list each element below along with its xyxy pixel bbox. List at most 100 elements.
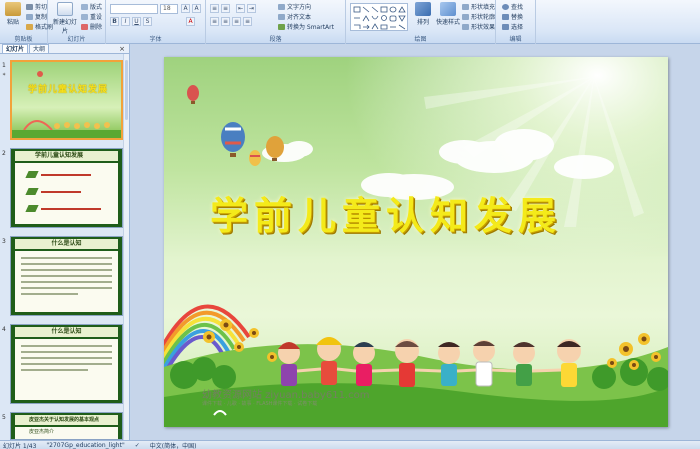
arrange-button[interactable]: 排列	[412, 2, 434, 32]
shrink-font-button[interactable]: A	[192, 4, 201, 13]
delete-slide-button[interactable]: 删除	[81, 22, 102, 31]
slides-pane: 幻灯片 大纲 × 1 ✶ 学前儿童认知发展 2 学前儿童认知发展 3 什么是认知	[0, 44, 130, 440]
increase-indent-button[interactable]: ⇥	[247, 4, 256, 13]
scissors-icon	[26, 3, 33, 10]
slide-thumbnail-4[interactable]: 什么是认知	[10, 324, 123, 404]
slide-thumbnail-title: 什么是认知	[15, 239, 118, 249]
editing-group: 查找 替换 选择 编辑	[496, 0, 536, 44]
paste-icon	[5, 2, 21, 16]
layout-icon	[81, 3, 88, 10]
slide-thumbnail-title: 皮亚杰关于认知发展的基本观点	[15, 415, 118, 425]
proofing-icon[interactable]: ✓	[135, 442, 140, 449]
copy-icon	[26, 13, 33, 20]
bold-button[interactable]: B	[110, 17, 119, 26]
drawing-group: 排列 快速样式 形状填充 形状轮廓 形状效果 绘图	[346, 0, 496, 44]
slide-thumbnail-5[interactable]: 皮亚杰关于认知发展的基本观点 皮亚杰简介	[10, 412, 123, 440]
shape-outline-button[interactable]: 形状轮廓	[462, 12, 495, 21]
slide-thumbnail-title: 学前儿童认知发展	[15, 151, 118, 161]
slide-background-art	[164, 57, 668, 427]
slide-thumbnail-art	[12, 71, 121, 138]
clipboard-group-label: 剪贴板	[14, 36, 33, 43]
text-direction-icon	[278, 3, 285, 10]
current-slide[interactable]: 学前儿童认知发展 幼教资源网站 ziyuan.baby611.com 课件下载 …	[164, 57, 668, 427]
font-group: 18 A A B I U S A 字体	[106, 0, 206, 44]
arrange-icon	[415, 2, 431, 16]
slide-thumbnail-title: 什么是认知	[15, 327, 118, 337]
font-color-button[interactable]: A	[186, 17, 195, 26]
fill-icon	[462, 3, 469, 10]
theme-name: "2707Gp_education_light"	[46, 441, 125, 449]
slide-count: 幻灯片 1/43	[3, 442, 37, 449]
align-text-icon	[278, 13, 285, 20]
quick-styles-button[interactable]: 快速样式	[436, 2, 460, 32]
tab-slides[interactable]: 幻灯片	[2, 44, 29, 53]
slide-thumbnail-line: 皮亚杰简介	[29, 429, 55, 435]
brush-icon	[26, 23, 33, 30]
slide-thumbnail-3[interactable]: 什么是认知	[10, 236, 123, 316]
new-slide-icon	[57, 2, 73, 16]
shapes-gallery[interactable]	[350, 3, 408, 31]
select-button[interactable]: 选择	[502, 22, 523, 31]
quick-styles-icon	[440, 2, 456, 16]
align-text-button[interactable]: 对齐文本	[278, 12, 311, 21]
italic-button[interactable]: I	[121, 17, 130, 26]
grow-font-button[interactable]: A	[181, 4, 190, 13]
shape-effects-button[interactable]: 形状效果	[462, 22, 495, 31]
slide-number: 4	[2, 326, 6, 333]
replace-icon	[502, 13, 509, 20]
numbering-button[interactable]: ≡	[221, 4, 230, 13]
language[interactable]: 中文(简体，中国)	[150, 441, 197, 449]
reset-button[interactable]: 重设	[81, 12, 102, 21]
find-button[interactable]: 查找	[502, 2, 523, 11]
slide-thumbnail-2[interactable]: 学前儿童认知发展	[10, 148, 123, 228]
align-left-button[interactable]: ≡	[210, 17, 219, 26]
pane-scrollbar[interactable]	[123, 54, 129, 440]
drawing-group-label: 绘图	[414, 36, 427, 43]
slides-group-label: 幻灯片	[67, 36, 86, 43]
slides-group: 新建幻灯片 版式 重设 删除 幻灯片	[48, 0, 106, 44]
scrollbar-thumb[interactable]	[125, 60, 128, 120]
editing-group-label: 编辑	[509, 36, 522, 43]
status-bar: 幻灯片 1/43 "2707Gp_education_light" ✓ 中文(简…	[0, 440, 700, 449]
slide-editor: 学前儿童认知发展 幼教资源网站 ziyuan.baby611.com 课件下载 …	[131, 44, 700, 440]
replace-button[interactable]: 替换	[502, 12, 523, 21]
shapes-gallery-icons	[353, 6, 406, 30]
paragraph-group-label: 段落	[269, 36, 282, 43]
align-center-button[interactable]: ≡	[221, 17, 230, 26]
copy-button[interactable]: 复制	[26, 12, 47, 21]
effects-icon	[462, 23, 469, 30]
text-direction-button[interactable]: 文字方向	[278, 2, 311, 11]
layout-button[interactable]: 版式	[81, 2, 102, 11]
slide-number: 5	[2, 414, 6, 421]
slide-title[interactable]: 学前儿童认知发展	[210, 185, 562, 240]
tab-outline[interactable]: 大纲	[29, 44, 50, 53]
justify-button[interactable]: ≡	[243, 17, 252, 26]
underline-button[interactable]: U	[132, 17, 141, 26]
paragraph-group: ≡ ≡ ⇤ ⇥ ≡ ≡ ≡ ≡ 文字方向 对齐文本 转换为 SmartArt 段…	[206, 0, 346, 44]
slide-number: 2	[2, 150, 6, 157]
bullets-button[interactable]: ≡	[210, 4, 219, 13]
align-right-button[interactable]: ≡	[232, 17, 241, 26]
animation-star-icon: ✶	[2, 72, 7, 78]
pane-tabs: 幻灯片 大纲 ×	[0, 44, 129, 54]
smartart-icon	[278, 23, 285, 30]
ribbon: 粘贴 剪切 复制 格式刷 剪贴板 新建幻灯片 版式 重设 删除 幻灯片 18 A…	[0, 0, 700, 44]
close-icon[interactable]: ×	[119, 45, 125, 53]
delete-icon	[81, 23, 88, 30]
outline-icon	[462, 13, 469, 20]
font-name-combo[interactable]	[110, 4, 158, 14]
cut-button[interactable]: 剪切	[26, 2, 47, 11]
new-slide-button[interactable]: 新建幻灯片	[52, 2, 78, 35]
shape-fill-button[interactable]: 形状填充	[462, 2, 495, 11]
slide-number: 1	[2, 62, 6, 69]
shadow-button[interactable]: S	[143, 17, 152, 26]
slide-number: 3	[2, 238, 6, 245]
paste-button[interactable]: 粘贴	[2, 2, 24, 32]
reset-icon	[81, 13, 88, 20]
find-icon	[502, 3, 509, 10]
convert-smartart-button[interactable]: 转换为 SmartArt	[278, 22, 334, 31]
slide-thumbnail-1[interactable]: 学前儿童认知发展	[10, 60, 123, 140]
decrease-indent-button[interactable]: ⇤	[236, 4, 245, 13]
font-size-combo[interactable]: 18	[160, 4, 178, 14]
font-group-label: 字体	[149, 36, 162, 43]
